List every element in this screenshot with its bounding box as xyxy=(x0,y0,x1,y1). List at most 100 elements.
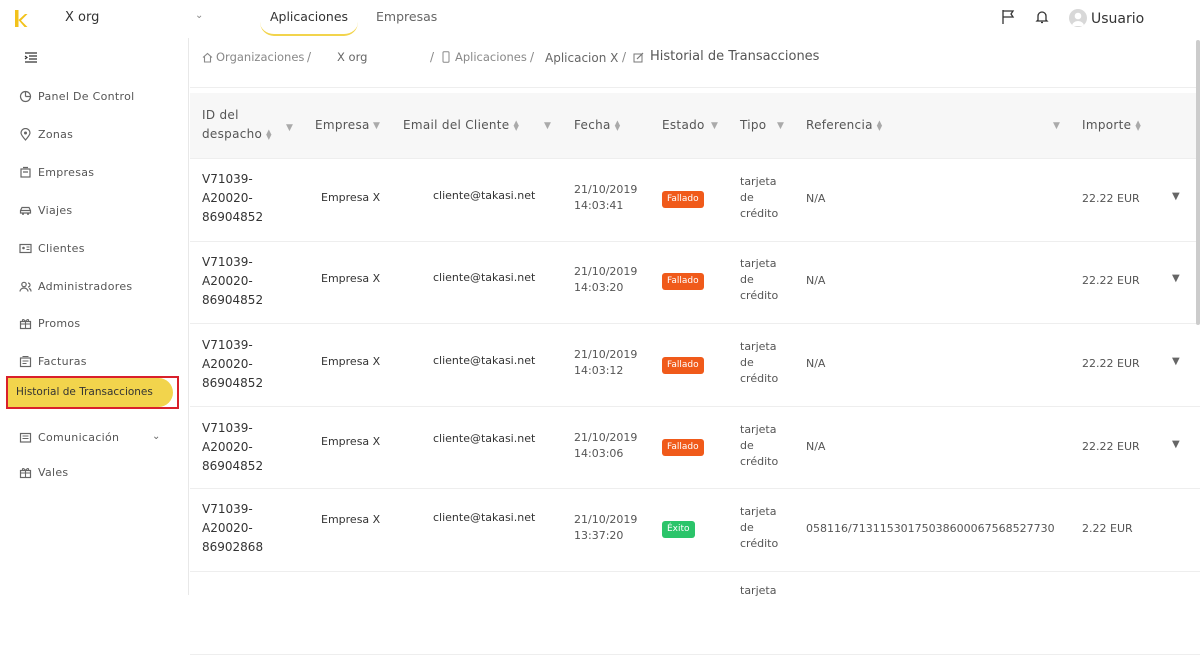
cell-email[interactable]: cliente@takasi.net xyxy=(433,270,535,286)
status-badge: Fallado xyxy=(662,191,704,208)
sort-icon[interactable]: ▲ ▼ xyxy=(615,119,621,131)
sidebar-item-label: Empresas xyxy=(38,166,95,179)
sidebar-item-viajes[interactable]: Viajes xyxy=(0,196,189,226)
column-label: Tipo xyxy=(740,118,767,132)
bell-icon[interactable] xyxy=(1033,8,1051,26)
home-icon xyxy=(202,52,213,63)
chevron-down-icon[interactable]: ⌄ xyxy=(152,431,161,442)
tab-aplicaciones[interactable]: Aplicaciones xyxy=(260,0,358,36)
expand-row-icon[interactable]: ▼ xyxy=(1172,439,1180,450)
cell-referencia: 058116/71311530175038600067568527730 xyxy=(806,522,1055,535)
filter-icon[interactable]: ▼ xyxy=(373,121,380,131)
filter-icon[interactable]: ▼ xyxy=(544,121,551,131)
column-empresa[interactable]: Empresa xyxy=(315,116,370,135)
cell-empresa: Empresa X xyxy=(321,191,381,204)
cell-email[interactable]: cliente@takasi.net xyxy=(433,510,535,526)
sidebar-item-label: Panel De Control xyxy=(38,90,135,103)
cell-tipo: tarjeta de crédito xyxy=(740,340,779,385)
cell-referencia: N/A xyxy=(806,357,826,370)
sidebar-item-vales[interactable]: Vales xyxy=(0,458,189,488)
menu-collapse-icon[interactable] xyxy=(24,52,38,64)
scrollbar[interactable] xyxy=(1196,40,1200,325)
expand-row-icon[interactable]: ▼ xyxy=(1172,273,1180,284)
tab-empresas[interactable]: Empresas xyxy=(376,0,437,36)
cell-id: V71039- A20020- 86904852 xyxy=(202,338,264,390)
column-label: ID del xyxy=(202,108,239,122)
column-referencia[interactable]: Referencia ▲ ▼ xyxy=(806,116,882,135)
sidebar-item-clientes[interactable]: Clientes xyxy=(0,234,189,264)
breadcrumb-separator: / xyxy=(530,50,535,64)
cell-referencia: N/A xyxy=(806,440,826,453)
table-row[interactable]: V71039- A20020- 86902868 Empresa X cliente… xyxy=(190,490,1200,572)
cell-empresa: Empresa X xyxy=(321,435,381,448)
column-importe[interactable]: Importe ▲ ▼ xyxy=(1082,116,1141,135)
sidebar-item-historial[interactable]: Historial de Transacciones xyxy=(6,376,179,409)
org-selector-label[interactable]: X org xyxy=(65,10,99,25)
filter-icon[interactable]: ▼ xyxy=(286,123,293,133)
cell-email[interactable]: cliente@takasi.net xyxy=(433,353,535,369)
sidebar-item-facturas[interactable]: Facturas xyxy=(0,347,189,377)
table-row[interactable]: V71039- A20020- 86904852 Empresa X cliente… xyxy=(190,242,1200,324)
sort-icon[interactable]: ▲ ▼ xyxy=(513,119,519,131)
user-icon xyxy=(1072,12,1084,26)
column-fecha[interactable]: Fecha ▲ ▼ xyxy=(574,116,620,135)
status-badge: Fallado xyxy=(662,273,704,290)
table-row[interactable]: tarjeta xyxy=(190,573,1200,655)
breadcrumb-separator: / xyxy=(307,50,312,64)
table-row[interactable]: V71039- A20020- 86904852 Empresa X cliente… xyxy=(190,325,1200,407)
dashboard-icon xyxy=(19,90,32,103)
cell-id: V71039- A20020- 86902868 xyxy=(202,502,264,554)
filter-icon[interactable]: ▼ xyxy=(777,121,784,131)
sidebar-item-label: Promos xyxy=(38,317,81,330)
column-tipo[interactable]: Tipo xyxy=(740,116,766,135)
sidebar-item-zonas[interactable]: Zonas xyxy=(0,120,189,150)
table-row[interactable]: V71039- A20020- 86904852 Empresa X cliente… xyxy=(190,160,1200,242)
sidebar-item-panel[interactable]: Panel De Control xyxy=(0,82,189,112)
cell-id: V71039- A20020- 86904852 xyxy=(202,421,264,473)
status-badge: Fallado xyxy=(662,439,704,456)
column-estado[interactable]: Estado xyxy=(662,116,705,135)
filter-icon[interactable]: ▼ xyxy=(1053,121,1060,131)
sidebar-item-empresas[interactable]: Empresas xyxy=(0,158,189,188)
sidebar-item-promos[interactable]: Promos xyxy=(0,309,189,339)
chevron-down-icon[interactable]: ⌄ xyxy=(195,10,203,21)
cell-empresa: Empresa X xyxy=(321,272,381,285)
id-card-icon xyxy=(19,243,32,254)
logo-icon[interactable] xyxy=(14,9,28,29)
column-label: Fecha xyxy=(574,118,611,132)
user-menu[interactable]: Usuario xyxy=(1091,11,1144,27)
sidebar-item-administradores[interactable]: Administradores xyxy=(0,272,189,302)
sidebar: Panel De Control Zonas Empresas Viajes C… xyxy=(0,38,189,595)
cell-tipo: tarjeta de crédito xyxy=(740,257,779,302)
cell-id: V71039- A20020- 86904852 xyxy=(202,172,264,224)
cell-tipo: tarjeta de crédito xyxy=(740,505,779,550)
breadcrumb-org[interactable]: X org xyxy=(337,50,367,64)
cell-fecha: 21/10/2019 14:03:41 xyxy=(574,183,638,212)
column-email[interactable]: Email del Cliente ▲ ▼ xyxy=(403,116,519,135)
column-label: Empresa xyxy=(315,118,370,132)
breadcrumb-aplicacion[interactable]: Aplicacion X xyxy=(545,51,618,65)
cell-email[interactable]: cliente@takasi.net xyxy=(433,188,535,204)
sort-icon[interactable]: ▲ ▼ xyxy=(877,119,883,131)
column-label: Referencia xyxy=(806,118,873,132)
gift-icon xyxy=(19,319,32,330)
cell-email[interactable]: cliente@takasi.net xyxy=(433,431,535,447)
sidebar-item-label: Historial de Transacciones xyxy=(16,386,153,398)
cell-referencia: N/A xyxy=(806,192,826,205)
cell-importe: 22.22 EUR xyxy=(1082,440,1140,453)
sort-icon[interactable]: ▲ ▼ xyxy=(1135,119,1141,131)
sidebar-item-comunicacion[interactable]: Comunicación ⌄ xyxy=(0,423,189,453)
sidebar-item-label: Clientes xyxy=(38,242,85,255)
cell-importe: 22.22 EUR xyxy=(1082,274,1140,287)
expand-row-icon[interactable]: ▼ xyxy=(1172,191,1180,202)
filter-icon[interactable]: ▼ xyxy=(711,121,718,131)
column-id[interactable]: ID del despacho ▲ ▼ xyxy=(202,106,272,144)
sort-icon[interactable]: ▲ ▼ xyxy=(266,128,272,140)
breadcrumb-organizaciones[interactable]: Organizaciones xyxy=(216,50,304,64)
mobile-icon xyxy=(442,51,450,63)
expand-row-icon[interactable]: ▼ xyxy=(1172,356,1180,367)
avatar[interactable] xyxy=(1069,9,1087,27)
flag-icon[interactable] xyxy=(1000,8,1018,26)
breadcrumb-aplicaciones[interactable]: Aplicaciones xyxy=(455,50,527,64)
table-row[interactable]: V71039- A20020- 86904852 Empresa X cliente… xyxy=(190,407,1200,489)
